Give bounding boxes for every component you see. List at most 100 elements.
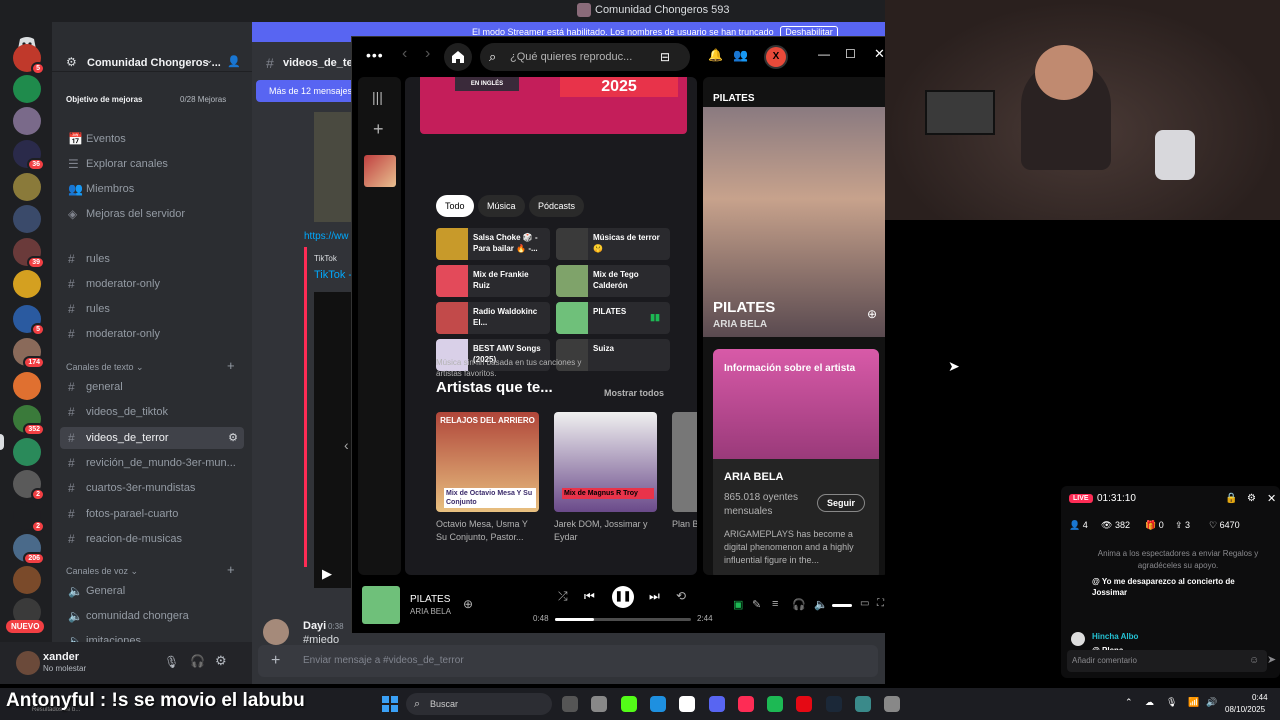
- shortcut-tile[interactable]: Mix de Tego Calderón: [556, 265, 670, 297]
- artist-mix-card[interactable]: Mix de Magnus R Troy Jarek DOM, Jossimar …: [554, 412, 657, 552]
- add-voice-channel-icon[interactable]: +: [227, 562, 235, 577]
- settings-icon[interactable]: [884, 696, 901, 712]
- artist-name[interactable]: ARIA BELA: [724, 471, 783, 483]
- taskbar-search[interactable]: ⌕ Buscar: [406, 693, 552, 715]
- add-attachment-icon[interactable]: +: [271, 645, 280, 677]
- netflix-icon[interactable]: [796, 696, 813, 712]
- now-playing-artist[interactable]: ARIA BELA: [713, 319, 767, 330]
- add-to-playlist-icon[interactable]: ⊕: [867, 307, 877, 321]
- discord-icon[interactable]: [708, 696, 725, 712]
- sidebar-item-explorar-canales[interactable]: ☰ Explorar canales: [60, 153, 244, 175]
- edge-icon[interactable]: [649, 696, 666, 712]
- sidebar-item-eventos[interactable]: 📅 Eventos: [60, 128, 244, 150]
- pause-button[interactable]: ❚❚: [612, 586, 634, 608]
- wifi-icon[interactable]: 📶: [1188, 697, 1199, 708]
- server-icon[interactable]: [13, 205, 41, 233]
- filter-chip-música[interactable]: Música: [478, 195, 525, 217]
- tiktok-icon[interactable]: [679, 696, 696, 712]
- create-plus-icon[interactable]: +: [373, 119, 384, 140]
- lock-icon[interactable]: 🔒: [1225, 493, 1237, 504]
- server-icon[interactable]: 39: [13, 238, 45, 269]
- channel-moderator-only[interactable]: # moderator-only: [60, 273, 244, 295]
- text-category[interactable]: Canales de texto ⌄: [66, 362, 144, 373]
- channel-cuartos-3er-mundistas[interactable]: # cuartos-3er-mundistas: [60, 477, 244, 499]
- task-view-icon[interactable]: [562, 696, 578, 712]
- volume-icon[interactable]: 🔈: [814, 598, 828, 611]
- player-cover[interactable]: [362, 586, 400, 624]
- server-icon[interactable]: 36: [13, 140, 45, 171]
- artist-mix-card[interactable]: RELAJOS DEL ARRIERO Mix de Octavio Mesa Y…: [436, 412, 539, 552]
- back-arrow-icon[interactable]: ‹: [402, 45, 407, 63]
- new-messages-bar[interactable]: Más de 12 mensajes: [256, 80, 361, 102]
- now-playing-title[interactable]: PILATES: [713, 299, 775, 316]
- banner-card[interactable]: EN INGLÉS 2025: [420, 77, 687, 134]
- add-text-channel-icon[interactable]: +: [227, 358, 235, 373]
- shortcut-tile[interactable]: Músicas de terror 🤫: [556, 228, 670, 260]
- steam-like-icon[interactable]: [591, 696, 608, 712]
- new-badge[interactable]: NUEVO: [6, 620, 45, 633]
- clock-time[interactable]: 0:44: [1252, 693, 1268, 702]
- server-icon[interactable]: 5: [13, 44, 45, 75]
- artist-mix-card[interactable]: Plan B, Frank...: [672, 412, 697, 552]
- artist-info-card[interactable]: Información sobre el artista ARIA BELA 8…: [713, 349, 879, 575]
- sidebar-item-miembros[interactable]: 👥 Miembros: [60, 178, 244, 200]
- bell-icon[interactable]: 🔔: [708, 48, 723, 62]
- server-icon[interactable]: 2: [13, 502, 45, 533]
- browse-icon[interactable]: ⊟: [660, 43, 670, 71]
- tray-chevron-icon[interactable]: ⌃: [1125, 697, 1133, 708]
- minimize-icon[interactable]: —: [818, 47, 830, 61]
- avatar[interactable]: [16, 651, 40, 675]
- follow-button[interactable]: Seguir: [817, 494, 866, 512]
- mic-tray-icon[interactable]: 🎙: [1166, 697, 1177, 708]
- windows-start-icon[interactable]: [382, 696, 398, 712]
- embed-title-link[interactable]: TikTok -: [314, 269, 352, 281]
- sidebar-item-mejoras-del-servidor[interactable]: ◈ Mejoras del servidor: [60, 203, 244, 225]
- volume-slider[interactable]: [832, 604, 852, 607]
- server-icon[interactable]: 5: [13, 305, 45, 336]
- friends-icon[interactable]: 👥: [733, 48, 748, 62]
- channel-settings-icon[interactable]: ⚙: [228, 427, 238, 449]
- speaker-icon[interactable]: 🔊: [1206, 697, 1217, 708]
- player-artist[interactable]: ARIA BELA: [410, 607, 451, 616]
- fullscreen-icon[interactable]: ⛶: [877, 598, 884, 609]
- server-icon[interactable]: [13, 438, 41, 466]
- channel-videos-de-terror[interactable]: # videos_de_terror ⚙: [60, 426, 244, 449]
- shortcut-tile[interactable]: Mix de Frankie Ruiz: [436, 265, 550, 297]
- server-icon[interactable]: 206: [13, 534, 45, 565]
- channel-fotos-parael-cuarto[interactable]: # fotos-parael-cuarto: [60, 503, 244, 525]
- lyrics-icon[interactable]: ✎: [752, 598, 761, 611]
- channel-reacion-de-musicas[interactable]: # reacion-de-musicas: [60, 528, 244, 550]
- server-header[interactable]: ⚙ Comunidad Chongeros ... ⌄ 👤: [52, 22, 252, 72]
- server-icon[interactable]: 2: [13, 470, 45, 501]
- miniplayer-icon[interactable]: ▭: [860, 598, 869, 609]
- voice-channel-general[interactable]: 🔈 General: [60, 580, 244, 602]
- show-all-link[interactable]: Mostrar todos: [604, 388, 664, 398]
- message-image[interactable]: [314, 112, 354, 222]
- message-link[interactable]: https://ww: [304, 231, 348, 242]
- onedrive-icon[interactable]: ☁: [1145, 697, 1154, 708]
- voice-category[interactable]: Canales de voz ⌄: [66, 566, 138, 577]
- library-icon[interactable]: |||: [372, 89, 383, 105]
- home-button[interactable]: [444, 43, 472, 71]
- channel-general[interactable]: # general: [60, 376, 244, 398]
- server-icon[interactable]: [13, 75, 41, 103]
- shortcut-tile[interactable]: Radio Waldokinc El...: [436, 302, 550, 334]
- settings-gear-icon[interactable]: ⚙: [215, 653, 227, 669]
- server-icon[interactable]: [13, 566, 41, 594]
- queue-icon[interactable]: ≡: [772, 598, 778, 610]
- kick-icon[interactable]: [620, 696, 637, 712]
- spotify-icon[interactable]: [767, 696, 784, 712]
- play-icon[interactable]: ▶: [322, 566, 332, 582]
- server-icon[interactable]: [13, 107, 41, 135]
- section-title[interactable]: Artistas que te...: [436, 379, 553, 396]
- voice-channel-comunidad-chongera[interactable]: 🔈 comunidad chongera: [60, 605, 244, 627]
- server-icon[interactable]: 174: [13, 338, 45, 369]
- maximize-icon[interactable]: ☐: [845, 47, 856, 61]
- add-icon[interactable]: ⊕: [463, 597, 473, 611]
- connect-device-icon[interactable]: 🎧: [792, 598, 806, 611]
- boost-goal[interactable]: Objetivo de mejoras 0/28 Mejoras: [58, 90, 244, 110]
- menu-dots-icon[interactable]: •••: [366, 47, 384, 63]
- filter-chip-todo[interactable]: Todo: [436, 195, 474, 217]
- message-author[interactable]: Dayi: [303, 620, 326, 632]
- terminal-icon[interactable]: [855, 696, 871, 712]
